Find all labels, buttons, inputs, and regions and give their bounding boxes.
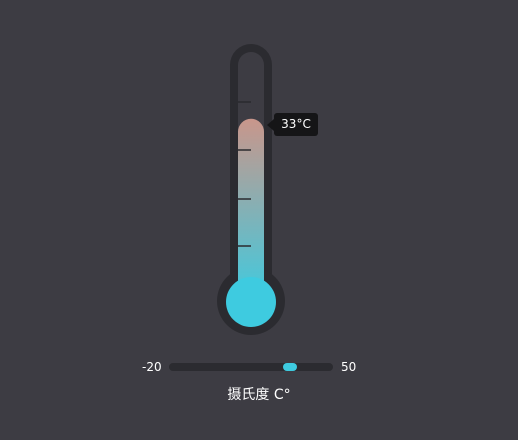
temperature-slider-row: -20 50 [0, 358, 518, 376]
temperature-value-label: 33°C [281, 116, 311, 131]
slider-thumb[interactable] [282, 363, 297, 371]
mercury-column [238, 118, 264, 303]
unit-label: 摄氏度 C° [227, 387, 291, 403]
temperature-tooltip: 33°C [267, 112, 318, 136]
tooltip-arrow [267, 118, 274, 131]
mercury-bulb [226, 277, 276, 327]
slider-min-label: -20 [142, 360, 162, 374]
temperature-slider[interactable] [169, 363, 333, 371]
slider-max-label: 50 [341, 360, 357, 374]
